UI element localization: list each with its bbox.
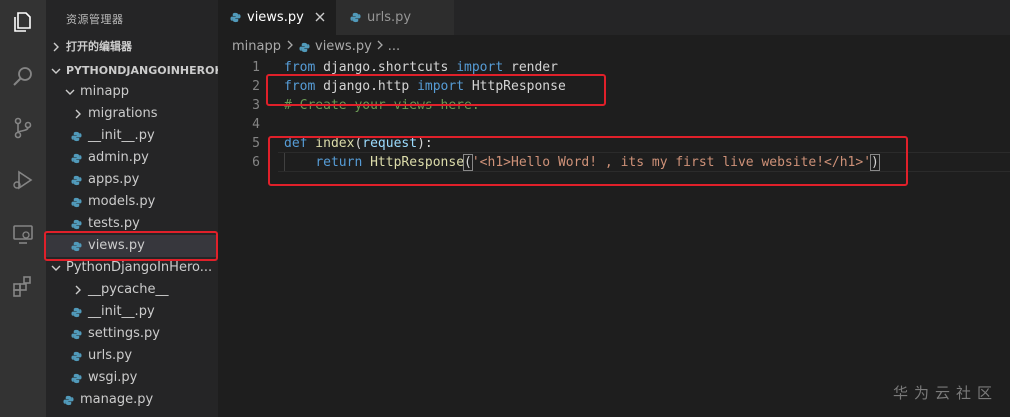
tree-item-label: apps.py (88, 172, 140, 187)
tab-views-py[interactable]: views.py (218, 0, 336, 35)
line-number: 2 (252, 79, 260, 94)
project-label: PYTHONDJANGOINHEROK... (66, 64, 218, 77)
tree-item-label: settings.py (88, 326, 160, 341)
tree-item-apps-py[interactable]: apps.py (46, 169, 218, 191)
explorer-title: 资源管理器 (66, 13, 124, 26)
tree-item-label: models.py (88, 194, 156, 209)
tree-item-label: __init__.py (88, 128, 155, 143)
activity-bar (0, 0, 46, 417)
module-name: django.shortcuts (315, 60, 457, 75)
tree-item-label: __init__.py (88, 304, 155, 319)
tree-item-label: urls.py (88, 348, 133, 363)
python-file-icon (70, 301, 82, 323)
project-section[interactable]: PYTHONDJANGOINHEROK... (46, 60, 218, 82)
chevron-right-icon (286, 36, 294, 58)
tree-item-label: migrations (88, 106, 158, 121)
tree-item-label: minapp (80, 84, 129, 99)
python-file-icon (70, 367, 82, 389)
tree-item-init-py-2[interactable]: __init__.py (46, 301, 218, 323)
python-file-icon (299, 42, 310, 53)
tree-item-admin-py[interactable]: admin.py (46, 147, 218, 169)
python-file-icon (70, 147, 82, 169)
tab-label: views.py (247, 10, 304, 25)
tree-item-label: admin.py (88, 150, 149, 165)
line-number: 3 (252, 98, 260, 113)
keyword: from (284, 60, 316, 75)
views-py-highlight (44, 231, 218, 261)
line-number: 1 (252, 60, 260, 75)
python-file-icon (230, 12, 241, 27)
search-icon[interactable] (9, 62, 37, 90)
code-editor[interactable]: 1 2 3 4 5 6 from django.shortcuts import… (218, 58, 1010, 417)
function-highlight-box (268, 136, 908, 186)
tree-item-migrations[interactable]: migrations (46, 103, 218, 125)
chevron-down-icon (50, 60, 62, 82)
python-file-icon (70, 323, 82, 345)
debug-icon[interactable] (9, 166, 37, 194)
extensions-icon[interactable] (9, 272, 37, 300)
chevron-right-icon (376, 36, 384, 58)
chevron-right-icon (72, 279, 84, 301)
breadcrumb-folder[interactable]: minapp (232, 36, 281, 58)
python-file-icon (350, 12, 361, 27)
open-editors-label: 打开的编辑器 (66, 40, 132, 53)
tree-item-urls-py[interactable]: urls.py (46, 345, 218, 367)
tab-urls-py[interactable]: urls.py (336, 0, 454, 35)
tree-item-init-py[interactable]: __init__.py (46, 125, 218, 147)
line-number: 5 (252, 136, 260, 151)
editor-tabs: views.py urls.py (218, 0, 1010, 35)
remote-explorer-icon[interactable] (9, 220, 37, 248)
breadcrumb: minapp views.py ... (218, 36, 400, 58)
watermark: 华为云社区 (892, 384, 998, 402)
import-name: render (503, 60, 558, 75)
open-editors-section[interactable]: 打开的编辑器 (46, 36, 218, 58)
tree-item-pycache[interactable]: __pycache__ (46, 279, 218, 301)
chevron-down-icon (64, 81, 76, 103)
chevron-right-icon (72, 103, 84, 125)
explorer-sidebar: 资源管理器 打开的编辑器 PYTHONDJANGOINHEROK... mina… (44, 0, 218, 417)
python-file-icon (70, 169, 82, 191)
close-icon[interactable] (314, 11, 326, 27)
keyword: import (456, 60, 504, 75)
source-control-icon[interactable] (9, 114, 37, 142)
line-number: 6 (252, 155, 260, 170)
import-highlight-box (266, 74, 606, 106)
explorer-icon[interactable] (9, 8, 37, 36)
tree-item-settings-py[interactable]: settings.py (46, 323, 218, 345)
python-file-icon (70, 191, 82, 213)
tree-item-label: __pycache__ (88, 282, 169, 297)
tree-item-models-py[interactable]: models.py (46, 191, 218, 213)
tree-item-label: wsgi.py (88, 370, 138, 385)
chevron-right-icon (50, 36, 62, 58)
python-file-icon (70, 345, 82, 367)
python-file-icon (62, 389, 74, 411)
tab-label: urls.py (367, 10, 412, 25)
tree-item-minapp[interactable]: minapp (46, 81, 218, 103)
tree-item-label: manage.py (80, 392, 154, 407)
breadcrumb-tail[interactable]: ... (388, 36, 400, 58)
python-file-icon (70, 125, 82, 147)
breadcrumb-file[interactable]: views.py (315, 36, 372, 58)
tree-item-manage-py[interactable]: manage.py (46, 389, 218, 411)
line-number: 4 (252, 117, 260, 132)
tree-item-wsgi-py[interactable]: wsgi.py (46, 367, 218, 389)
